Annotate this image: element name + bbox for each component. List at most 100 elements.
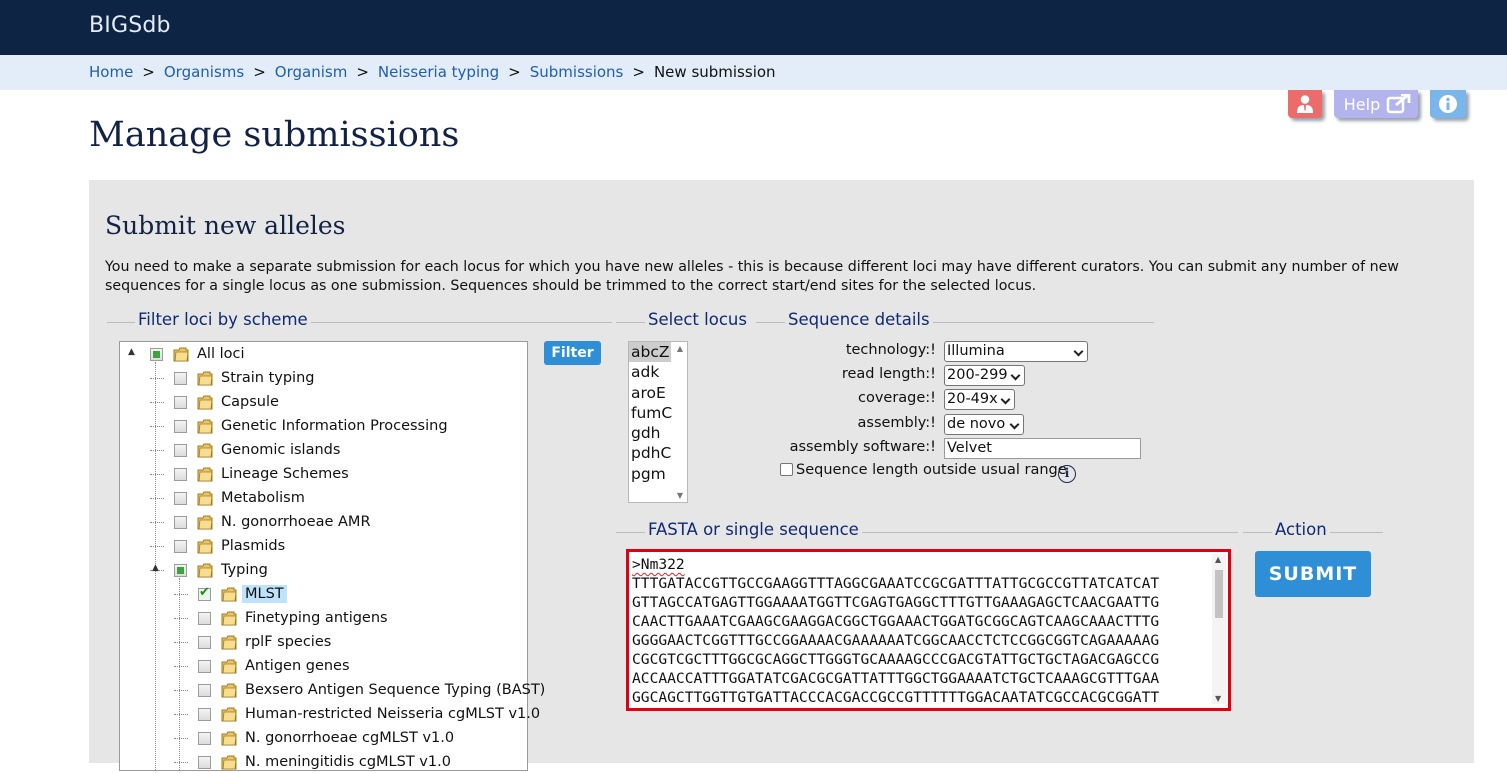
- locus-option[interactable]: pgm: [629, 464, 687, 484]
- tree-node-label[interactable]: Strain typing: [221, 370, 314, 386]
- tree-node-label[interactable]: N. gonorrhoeae cgMLST v1.0: [245, 730, 454, 746]
- tree-node-label[interactable]: Bexsero Antigen Sequence Typing (BAST): [245, 682, 545, 698]
- locus-option[interactable]: aroE: [629, 383, 687, 403]
- tree-connector: [150, 498, 164, 499]
- fasta-legend: FASTA or single sequence: [645, 520, 862, 539]
- tree-node-checkbox[interactable]: [198, 611, 211, 625]
- tree-node[interactable]: Capsule: [174, 391, 279, 413]
- scrollbar-thumb[interactable]: [1215, 570, 1223, 618]
- breadcrumb-organisms[interactable]: Organisms: [164, 63, 244, 81]
- tree-node[interactable]: Lineage Schemes: [174, 463, 349, 485]
- tree-node-label[interactable]: Genetic Information Processing: [221, 418, 448, 434]
- scroll-down-arrow-icon[interactable]: ▼: [1215, 694, 1221, 703]
- collapse-toggle-icon[interactable]: ▲: [152, 563, 159, 573]
- tree-node-label[interactable]: Antigen genes: [245, 658, 350, 674]
- tree-node[interactable]: N. meningitidis cgMLST v1.0: [198, 751, 451, 773]
- tree-node-label[interactable]: Human-restricted Neisseria cgMLST v1.0: [245, 706, 540, 722]
- filter-button[interactable]: Filter: [544, 341, 601, 365]
- tree-node-checkbox[interactable]: [198, 635, 211, 649]
- tree-node[interactable]: N. gonorrhoeae AMR: [174, 511, 371, 533]
- collapse-toggle-icon[interactable]: ▲: [128, 347, 135, 357]
- tree-node-checkbox[interactable]: [174, 539, 187, 553]
- tree-node-label[interactable]: Typing: [221, 562, 268, 578]
- tree-node-label[interactable]: Genomic islands: [221, 442, 340, 458]
- assembly-software-input[interactable]: Velvet: [944, 438, 1141, 459]
- tree-node[interactable]: All loci: [150, 343, 245, 365]
- length-outside-range-label[interactable]: Sequence length outside usual range: [796, 462, 1067, 478]
- tree-node[interactable]: Finetyping antigens: [198, 607, 388, 629]
- locus-option[interactable]: adk: [629, 362, 687, 382]
- tree-node-checkbox[interactable]: [198, 731, 211, 745]
- tree-node-label[interactable]: N. meningitidis cgMLST v1.0: [245, 754, 451, 770]
- site-title[interactable]: BIGSdb: [89, 13, 171, 38]
- tree-node-checkbox[interactable]: [174, 443, 187, 457]
- read-length-select[interactable]: 200-299: [944, 365, 1025, 386]
- locus-option[interactable]: gdh: [629, 423, 687, 443]
- tree-connector: [150, 474, 164, 475]
- tree-node-checkbox[interactable]: [150, 347, 163, 361]
- tree-node-label[interactable]: All loci: [197, 346, 245, 362]
- tree-node-checkbox[interactable]: [198, 707, 211, 721]
- user-account-button[interactable]: [1288, 90, 1322, 118]
- tree-node-checkbox[interactable]: [174, 515, 187, 529]
- tree-node-checkbox[interactable]: [174, 563, 187, 577]
- tree-node[interactable]: Antigen genes: [198, 655, 350, 677]
- tree-node-label[interactable]: Finetyping antigens: [245, 610, 388, 626]
- tree-node-label[interactable]: N. gonorrhoeae AMR: [221, 514, 371, 530]
- tree-node-checkbox[interactable]: [174, 371, 187, 385]
- tree-node-label[interactable]: Metabolism: [221, 490, 305, 506]
- scroll-up-arrow-icon[interactable]: ▲: [1215, 555, 1221, 564]
- assembly-select[interactable]: de novo: [944, 414, 1024, 435]
- tree-node-checkbox[interactable]: [174, 419, 187, 433]
- locus-select-list[interactable]: abcZ adk aroE fumC gdh pdhC pgm ▲ ▼: [628, 341, 688, 503]
- tree-node[interactable]: Human-restricted Neisseria cgMLST v1.0: [198, 703, 540, 725]
- breadcrumb-neisseria-typing[interactable]: Neisseria typing: [378, 63, 499, 81]
- user-icon: [1297, 95, 1313, 113]
- breadcrumb-home[interactable]: Home: [89, 63, 133, 81]
- breadcrumb-submissions[interactable]: Submissions: [530, 63, 624, 81]
- submit-button[interactable]: SUBMIT: [1255, 551, 1371, 597]
- tree-node-label[interactable]: Capsule: [221, 394, 279, 410]
- breadcrumb-organism[interactable]: Organism: [275, 63, 348, 81]
- tree-node-checkbox[interactable]: [174, 491, 187, 505]
- tree-node[interactable]: Genetic Information Processing: [174, 415, 448, 437]
- tree-node[interactable]: Strain typing: [174, 367, 314, 389]
- tree-node-checkbox[interactable]: [198, 659, 211, 673]
- info-button[interactable]: [1430, 90, 1466, 118]
- locus-option[interactable]: pdhC: [629, 443, 687, 463]
- tree-node[interactable]: Bexsero Antigen Sequence Typing (BAST): [198, 679, 545, 701]
- technology-select[interactable]: Illumina: [944, 341, 1088, 362]
- help-button[interactable]: Help: [1334, 90, 1418, 118]
- tree-node[interactable]: Typing: [174, 559, 268, 581]
- tree-node-checkbox[interactable]: [198, 683, 211, 697]
- tree-connector: [174, 690, 188, 691]
- tree-node[interactable]: rplF species: [198, 631, 331, 653]
- tree-node-checkbox[interactable]: [198, 755, 211, 769]
- tree-node-label[interactable]: MLST: [242, 585, 287, 603]
- folder-icon: [221, 683, 237, 698]
- tree-node-label[interactable]: rplF species: [245, 634, 331, 650]
- folder-icon: [197, 539, 213, 554]
- tree-node[interactable]: Metabolism: [174, 487, 305, 509]
- tree-node-label[interactable]: Plasmids: [221, 538, 285, 554]
- fasta-sequence-line: CGCGTCGCTTTGGCGCAGGCTTGGGTGCAAAAGCCCGACG…: [632, 651, 1160, 668]
- length-outside-range-checkbox[interactable]: [780, 463, 793, 476]
- tree-node[interactable]: MLST: [198, 583, 287, 605]
- tree-node-checkbox[interactable]: [174, 395, 187, 409]
- tree-node-label[interactable]: Lineage Schemes: [221, 466, 349, 482]
- scroll-up-arrow-icon[interactable]: ▲: [677, 344, 683, 353]
- tree-node[interactable]: N. gonorrhoeae cgMLST v1.0: [198, 727, 454, 749]
- tree-node-checkbox[interactable]: [174, 467, 187, 481]
- tree-node[interactable]: Genomic islands: [174, 439, 340, 461]
- info-icon[interactable]: i: [1058, 465, 1076, 483]
- tree-node[interactable]: Plasmids: [174, 535, 285, 557]
- locus-option[interactable]: fumC: [629, 403, 687, 423]
- locus-option[interactable]: abcZ: [629, 342, 671, 363]
- section-title: Submit new alleles: [105, 211, 346, 240]
- tree-node-checkbox[interactable]: [198, 585, 211, 601]
- fasta-sequence-textarea[interactable]: >Nm322 TTTGATACCGTTGCCGAAGGTTTAGGCGAAATCC…: [626, 549, 1231, 711]
- coverage-select[interactable]: 20-49x: [944, 389, 1015, 410]
- scroll-down-arrow-icon[interactable]: ▼: [677, 491, 683, 500]
- fasta-scrollbar[interactable]: ▲ ▼: [1212, 554, 1226, 704]
- assembly-software-label: assembly software:!: [789, 439, 936, 455]
